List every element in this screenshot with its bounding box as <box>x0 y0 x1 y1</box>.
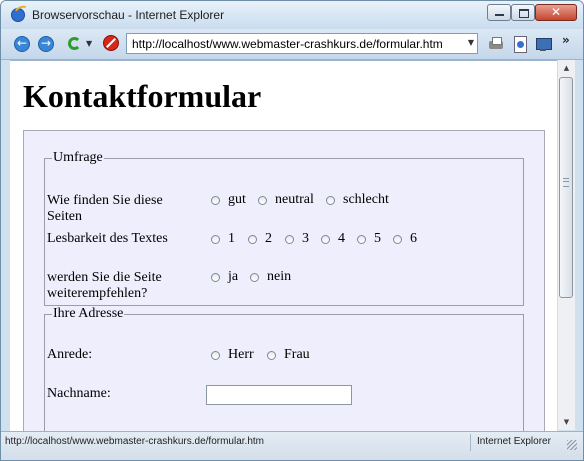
address-dropdown-icon[interactable]: ▼ <box>468 38 474 47</box>
status-divider <box>470 434 471 451</box>
toolbar-more-button[interactable]: » <box>562 33 570 47</box>
option-2[interactable]: 2 <box>248 231 272 247</box>
radio-nein[interactable] <box>250 272 259 282</box>
fieldset-adresse: Ihre Adresse Anrede: Herr Frau Nachname: <box>44 306 524 431</box>
option-5[interactable]: 5 <box>357 231 381 247</box>
scroll-down-arrow-icon[interactable]: ▼ <box>558 414 575 430</box>
close-icon: ✕ <box>550 5 562 19</box>
fieldset-umfrage: Umfrage Wie finden Sie diese Seiten gut … <box>44 150 524 306</box>
refresh-dropdown-icon[interactable]: ▼ <box>86 39 92 48</box>
option-1[interactable]: 1 <box>211 231 235 247</box>
window-title: Browservorschau - Internet Explorer <box>32 8 225 22</box>
status-bar: http://localhost/www.webmaster-crashkurs… <box>1 431 583 460</box>
status-url: http://localhost/www.webmaster-crashkurs… <box>5 436 264 447</box>
scroll-thumb[interactable] <box>559 77 573 298</box>
option-herr[interactable]: Herr <box>211 347 254 363</box>
scroll-up-arrow-icon[interactable]: ▲ <box>558 60 575 76</box>
grip-icon <box>563 178 569 187</box>
option-4[interactable]: 4 <box>321 231 345 247</box>
address-bar[interactable]: http://localhost/www.webmaster-crashkurs… <box>126 33 478 54</box>
option-6[interactable]: 6 <box>393 231 417 247</box>
maximize-icon <box>519 9 529 18</box>
page-viewport: Kontaktformular Umfrage Wie finden Sie d… <box>10 60 557 431</box>
back-button[interactable]: ← <box>14 36 30 52</box>
radio-frau[interactable] <box>267 350 276 360</box>
vertical-scrollbar[interactable]: ▲ ▼ <box>557 60 575 430</box>
radio-4[interactable] <box>321 234 330 244</box>
legend-umfrage: Umfrage <box>52 150 104 166</box>
radio-6[interactable] <box>393 234 402 244</box>
radio-schlecht[interactable] <box>326 195 335 205</box>
nachname-label: Nachname: <box>47 386 111 401</box>
stop-button[interactable] <box>103 35 119 51</box>
legend-adresse: Ihre Adresse <box>52 306 125 322</box>
radio-neutral[interactable] <box>258 195 267 205</box>
radio-5[interactable] <box>357 234 366 244</box>
page-title: Kontaktformular <box>23 78 262 114</box>
minimize-icon <box>495 14 504 16</box>
address-input[interactable]: http://localhost/www.webmaster-crashkurs… <box>132 37 443 51</box>
option-schlecht[interactable]: schlecht <box>326 192 389 208</box>
page-icon[interactable] <box>512 36 528 53</box>
option-ja[interactable]: ja <box>211 269 238 285</box>
option-frau[interactable]: Frau <box>267 347 310 363</box>
status-zone: Internet Explorer <box>477 436 551 447</box>
minimize-button[interactable] <box>487 4 511 21</box>
option-nein[interactable]: nein <box>250 269 291 285</box>
radio-1[interactable] <box>211 234 220 244</box>
navigation-toolbar: ← → ▼ http://localhost/www.webmaster-cra… <box>1 29 583 60</box>
radio-herr[interactable] <box>211 350 220 360</box>
contact-form: Umfrage Wie finden Sie diese Seiten gut … <box>23 130 545 431</box>
radio-ja[interactable] <box>211 272 220 282</box>
resize-grip-icon[interactable] <box>567 440 577 450</box>
question-lesbarkeit-label: Lesbarkeit des Textes <box>47 231 168 246</box>
forward-arrow-icon: → <box>40 36 52 50</box>
refresh-icon <box>68 37 81 50</box>
tools-icon[interactable] <box>535 36 552 52</box>
question-seiten-label: Wie finden Sie diese Seiten <box>47 193 163 224</box>
nachname-input[interactable] <box>206 385 352 405</box>
back-arrow-icon: ← <box>16 36 28 50</box>
radio-2[interactable] <box>248 234 257 244</box>
radio-3[interactable] <box>285 234 294 244</box>
browser-window: Browservorschau - Internet Explorer ✕ ← … <box>0 0 584 461</box>
maximize-button[interactable] <box>511 4 535 21</box>
anrede-label: Anrede: <box>47 347 93 362</box>
question-weiterempfehlen-label: werden Sie die Seite weiterempfehlen? <box>47 270 162 301</box>
refresh-button[interactable] <box>67 36 83 52</box>
close-button[interactable]: ✕ <box>535 4 577 21</box>
option-3[interactable]: 3 <box>285 231 309 247</box>
internet-explorer-icon <box>11 8 25 22</box>
print-icon[interactable] <box>488 36 504 52</box>
title-bar: Browservorschau - Internet Explorer ✕ <box>1 1 583 29</box>
radio-gut[interactable] <box>211 195 220 205</box>
forward-button[interactable]: → <box>38 36 54 52</box>
option-gut[interactable]: gut <box>211 192 246 208</box>
option-neutral[interactable]: neutral <box>258 192 314 208</box>
